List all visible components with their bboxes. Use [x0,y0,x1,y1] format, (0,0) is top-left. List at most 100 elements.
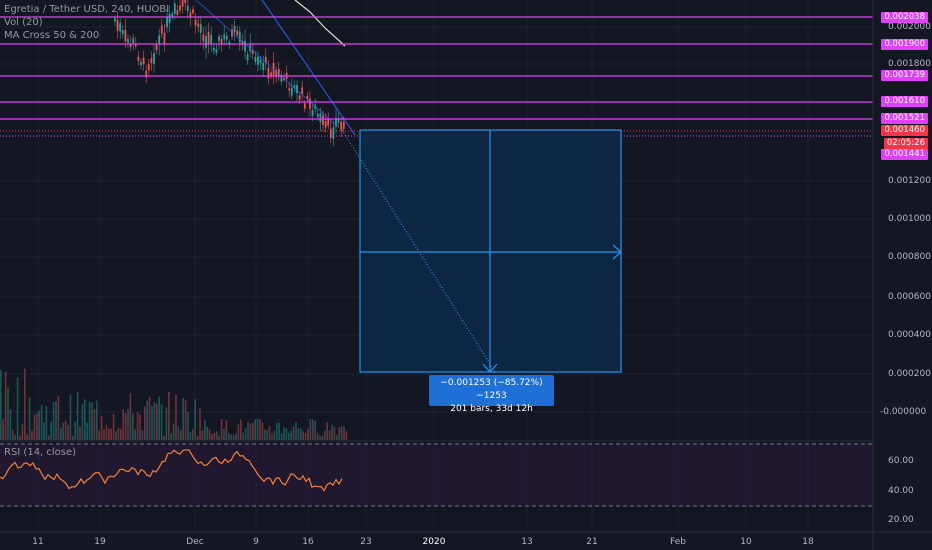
volume-bar [184,399,187,440]
volume-bar [153,402,156,440]
volume-bar [225,420,228,440]
volume-bar [160,404,163,440]
candle-body [197,23,200,27]
candle-body [194,19,197,26]
volume-bar [285,428,288,440]
price-tag-level-4: 0.001610 [881,96,928,107]
x-axis-label: 11 [32,537,44,547]
x-axis-label: 21 [586,537,598,547]
volume-bar [204,419,206,440]
candle-body [262,62,265,71]
volume-bar [319,435,321,440]
volume-bar [206,426,208,440]
rsi-legend[interactable]: RSI (14, close) [4,447,76,458]
candle-body [199,24,202,34]
volume-bar [144,406,146,440]
candle-body [140,61,142,66]
volume-bar [134,429,136,440]
volume-bar [84,399,86,440]
volume-bar [232,434,235,440]
price-tag-level-3: 0.001739 [881,70,928,81]
volume-bar [177,426,180,440]
candle-body [319,113,322,123]
volume-bar [2,419,4,440]
x-axis-label: Dec [186,537,204,547]
volume-bar [247,422,249,440]
candle-body [316,113,319,117]
volume-bar [216,431,218,440]
volume-bar [192,428,194,440]
candle-body [153,53,155,64]
measure-bars-duration: 201 bars, 33d 12h [450,404,533,414]
volume-bar [259,419,261,440]
current-price-tag: 0.001460 [881,125,928,136]
candle-body [267,68,270,79]
volume-bar [228,433,230,440]
volume-bar [297,428,300,440]
volume-bar [108,428,110,440]
volume-bar [304,432,307,440]
volume-bar [201,430,204,440]
x-axis-label: 9 [253,537,259,547]
volume-bar [31,430,33,440]
volume-bar [208,429,211,440]
candle-body [210,34,213,45]
volume-bar [237,424,240,440]
volume-bar [146,400,148,440]
volume-bar [0,369,2,440]
candle-body [215,49,218,53]
candle-body [192,9,194,14]
chart-canvas[interactable] [0,0,932,550]
candle-body [225,35,228,40]
volume-bar [127,408,129,440]
volume-bar [36,413,38,440]
volume-bar [242,432,244,440]
candle-body [218,36,220,42]
legend-volume[interactable]: Vol (20) [4,16,169,29]
volume-bar [43,422,45,440]
y-axis-label: 0.001200 [888,176,931,186]
candle-body [288,88,291,91]
volume-bar [81,404,84,440]
measure-info-box: −0.001253 (−85.72%) −1253 201 bars, 33d … [429,375,554,414]
candle-body [186,5,189,12]
candle-body [340,121,343,131]
volume-bar [4,371,7,440]
volume-bar [252,422,254,440]
chart-legend: Egretia / Tether USD, 240, HUOBI Vol (20… [4,3,169,42]
candle-body [259,59,262,64]
volume-bar [278,422,280,440]
volume-bar [309,419,312,440]
trendline-2[interactable] [195,0,337,126]
candle-body [137,56,140,62]
volume-bar [300,428,302,440]
volume-bar [98,430,100,440]
x-axis-label: 23 [360,537,372,547]
candle-body [246,54,249,61]
volume-bar [326,422,328,440]
volume-bar [235,433,237,440]
candle-body [223,34,226,40]
legend-ma-cross[interactable]: MA Cross 50 & 200 [4,29,169,42]
legend-symbol[interactable]: Egretia / Tether USD, 240, HUOBI [4,3,169,16]
candle-body [290,87,293,96]
volume-bar [57,395,60,440]
measure-tool[interactable] [341,129,622,373]
price-tag-level-5: 0.001521 [881,113,928,124]
volume-bar [264,429,266,440]
volume-bar [50,421,52,440]
volume-bar [38,410,40,440]
volume-bar [170,433,172,440]
volume-bar [148,396,151,440]
volume-bar [117,428,120,440]
x-axis-label: 18 [802,537,814,547]
volume-bar [328,430,331,440]
volume-bar [340,426,343,440]
volume-bar [132,413,134,440]
rsi-axis-label: 40.00 [888,486,914,496]
volume-bar [100,416,103,440]
volume-bar [110,428,112,440]
volume-bar [345,431,348,440]
volume-bar [33,414,36,440]
volume-bar [316,432,319,440]
